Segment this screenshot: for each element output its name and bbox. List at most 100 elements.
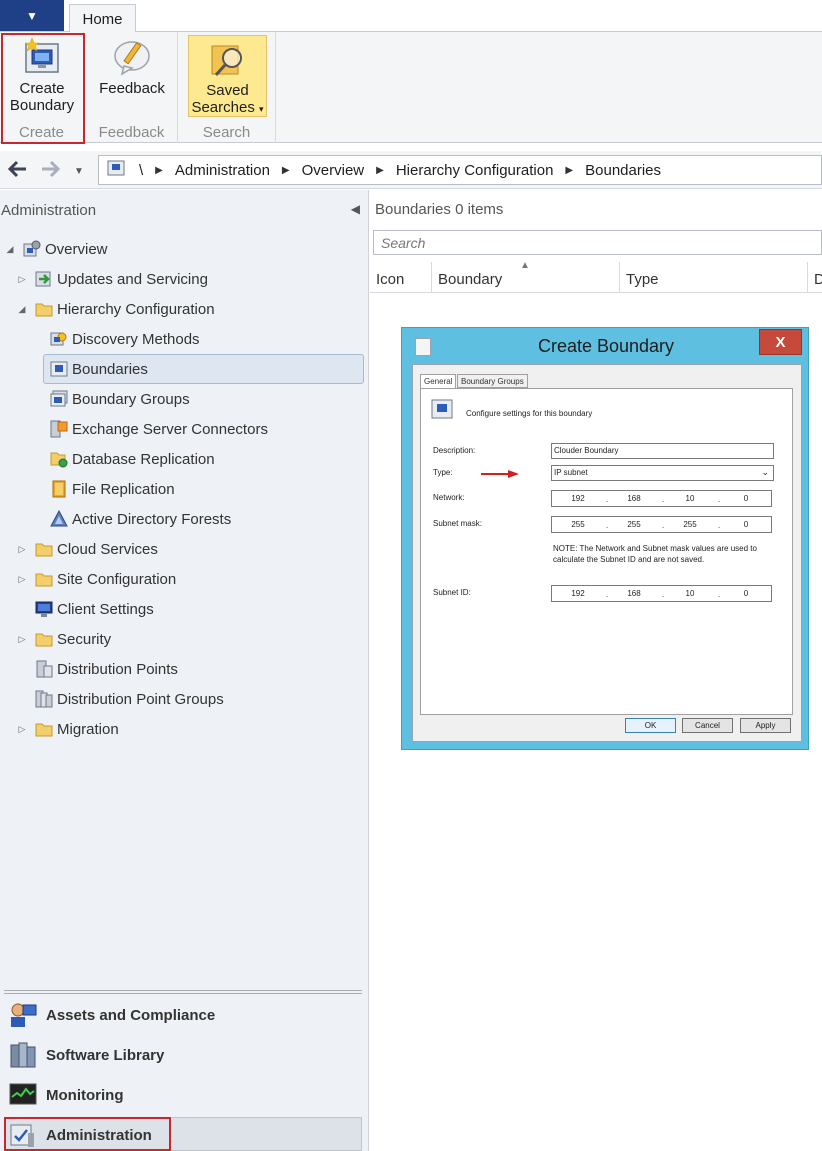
tree-item-active-directory-forests[interactable]: Active Directory Forests — [50, 506, 231, 532]
boundary-icon — [50, 360, 68, 378]
tree-item-site-configuration[interactable]: ▷ Site Configuration — [15, 566, 177, 592]
red-arrow-icon — [480, 466, 520, 478]
workspace-assets-and-compliance[interactable]: Assets and Compliance — [8, 999, 215, 1031]
feedback-button[interactable]: Feedback — [94, 36, 170, 97]
file-replication-icon — [50, 480, 68, 498]
workspace-splitter[interactable] — [4, 990, 362, 994]
breadcrumb-overview[interactable]: Overview — [296, 162, 371, 179]
feedback-icon — [112, 36, 152, 76]
tree-item-overview[interactable]: ◢ Overview — [3, 236, 108, 262]
description-field[interactable]: Clouder Boundary — [551, 443, 774, 459]
workspace-software-library[interactable]: Software Library — [8, 1039, 164, 1071]
forward-arrow-icon[interactable] — [38, 157, 62, 186]
expand-triangle-icon[interactable]: ▷ — [15, 724, 29, 735]
expand-triangle-icon[interactable]: ▷ — [15, 544, 29, 555]
expand-triangle-icon[interactable]: ▷ — [15, 574, 29, 585]
column-icon[interactable]: Icon — [370, 262, 432, 293]
console-icon[interactable] — [99, 160, 133, 180]
tree-item-migration[interactable]: ▷ Migration — [15, 716, 119, 742]
navigation-pane-title: Administration — [1, 202, 97, 219]
back-arrow-icon[interactable] — [6, 157, 30, 186]
apply-button[interactable]: Apply — [740, 718, 791, 733]
column-header: Icon Boundary ▲ Type D — [370, 260, 822, 293]
breadcrumb-boundaries[interactable]: Boundaries — [579, 162, 667, 179]
discovery-icon — [50, 330, 68, 348]
breadcrumb-separator-icon[interactable]: ▶ — [276, 165, 296, 176]
sort-ascending-icon: ▲ — [520, 260, 530, 271]
close-button[interactable]: X — [759, 329, 802, 355]
type-label: Type: — [433, 468, 453, 477]
collapse-triangle-icon[interactable]: ◢ — [3, 244, 17, 255]
tree-item-distribution-points[interactable]: Distribution Points — [35, 656, 178, 682]
column-boundary[interactable]: Boundary ▲ — [432, 260, 620, 293]
breadcrumb-hierarchy-configuration[interactable]: Hierarchy Configuration — [390, 162, 560, 179]
ribbon-tab-bar: ▼ Home — [0, 0, 822, 33]
monitoring-icon — [8, 1081, 38, 1109]
breadcrumb-administration[interactable]: Administration — [169, 162, 276, 179]
tree-item-discovery-methods[interactable]: Discovery Methods — [50, 326, 200, 352]
ribbon: Create Boundary Create Feedback Feedback — [0, 32, 822, 144]
folder-icon — [35, 570, 53, 588]
expand-triangle-icon[interactable]: ▷ — [15, 274, 29, 285]
app-menu-button[interactable]: ▼ — [0, 0, 64, 31]
tree-item-updates-and-servicing[interactable]: ▷ Updates and Servicing — [15, 266, 208, 292]
dialog-title: Create Boundary — [537, 336, 675, 356]
saved-searches-button[interactable]: Saved Searches ▾ — [188, 35, 267, 117]
saved-searches-label-1: Saved — [206, 82, 249, 99]
column-d[interactable]: D — [808, 262, 822, 293]
network-field[interactable]: 192 . 168 . 10 . 0 — [551, 490, 772, 507]
chevron-down-icon: ⌄ — [761, 467, 769, 477]
tree-item-file-replication[interactable]: File Replication — [50, 476, 175, 502]
item-count: 0 items — [455, 201, 504, 218]
tree-item-boundary-groups[interactable]: Boundary Groups — [50, 386, 190, 412]
description-label: Description: — [433, 446, 476, 455]
tree-item-security[interactable]: ▷ Security — [15, 626, 112, 652]
tree-item-cloud-services[interactable]: ▷ Cloud Services — [15, 536, 158, 562]
feedback-label: Feedback — [99, 80, 165, 97]
breadcrumb-separator-icon[interactable]: ▶ — [370, 165, 390, 176]
collapse-pane-icon[interactable]: ◀ — [351, 202, 360, 216]
search-input[interactable]: Search — [373, 230, 822, 255]
group-label-feedback: Feedback — [98, 124, 165, 141]
tree-item-hierarchy-configuration[interactable]: ◢ Hierarchy Configuration — [15, 296, 215, 322]
column-type[interactable]: Type — [620, 262, 808, 293]
tree-item-boundaries[interactable]: Boundaries — [50, 356, 148, 382]
history-dropdown-icon[interactable]: ▼ — [74, 160, 84, 184]
forest-icon — [50, 510, 68, 528]
subnet-mask-field[interactable]: 255 . 255 . 255 . 0 — [551, 516, 772, 533]
tree-item-database-replication[interactable]: Database Replication — [50, 446, 215, 472]
assets-icon — [8, 1001, 38, 1029]
tree-item-distribution-point-groups[interactable]: Distribution Point Groups — [35, 686, 224, 712]
overview-icon — [23, 240, 41, 258]
close-icon: X — [775, 333, 786, 351]
type-select[interactable]: IP subnet ⌄ — [551, 465, 774, 481]
tab-boundary-groups[interactable]: Boundary Groups — [457, 374, 528, 388]
breadcrumb-root[interactable]: \ — [133, 162, 149, 179]
ok-button[interactable]: OK — [625, 718, 676, 733]
ribbon-group-search: Saved Searches ▾ Search — [178, 32, 276, 143]
dropdown-arrow-icon: ▾ — [259, 104, 264, 114]
subnet-mask-label: Subnet mask: — [433, 519, 482, 528]
expand-triangle-icon[interactable]: ▷ — [15, 634, 29, 645]
tab-home[interactable]: Home — [69, 4, 136, 33]
create-boundary-dialog: Create Boundary X General Boundary Group… — [401, 327, 809, 750]
breadcrumb-separator-icon[interactable]: ▶ — [149, 165, 169, 176]
saved-searches-icon — [208, 40, 248, 80]
boundary-icon — [431, 399, 453, 424]
tree-item-exchange-server-connectors[interactable]: Exchange Server Connectors — [50, 416, 268, 442]
tree-item-client-settings[interactable]: Client Settings — [35, 596, 154, 622]
tab-general[interactable]: General — [420, 374, 457, 389]
address-bar: ▼ \ ▶ Administration ▶ Overview ▶ Hierar… — [0, 151, 822, 189]
breadcrumb: \ ▶ Administration ▶ Overview ▶ Hierarch… — [98, 155, 822, 185]
cancel-button[interactable]: Cancel — [682, 718, 733, 733]
breadcrumb-separator-icon[interactable]: ▶ — [559, 165, 579, 176]
monitor-icon — [35, 600, 53, 618]
general-tab-panel: Configure settings for this boundary Des… — [420, 388, 793, 715]
folder-icon — [35, 630, 53, 648]
group-label-search: Search — [202, 124, 251, 141]
updates-icon — [35, 270, 53, 288]
dialog-body: General Boundary Groups Configure settin… — [412, 364, 802, 742]
administration-highlight-box — [4, 1117, 171, 1151]
collapse-triangle-icon[interactable]: ◢ — [15, 304, 29, 315]
workspace-monitoring[interactable]: Monitoring — [8, 1079, 123, 1111]
